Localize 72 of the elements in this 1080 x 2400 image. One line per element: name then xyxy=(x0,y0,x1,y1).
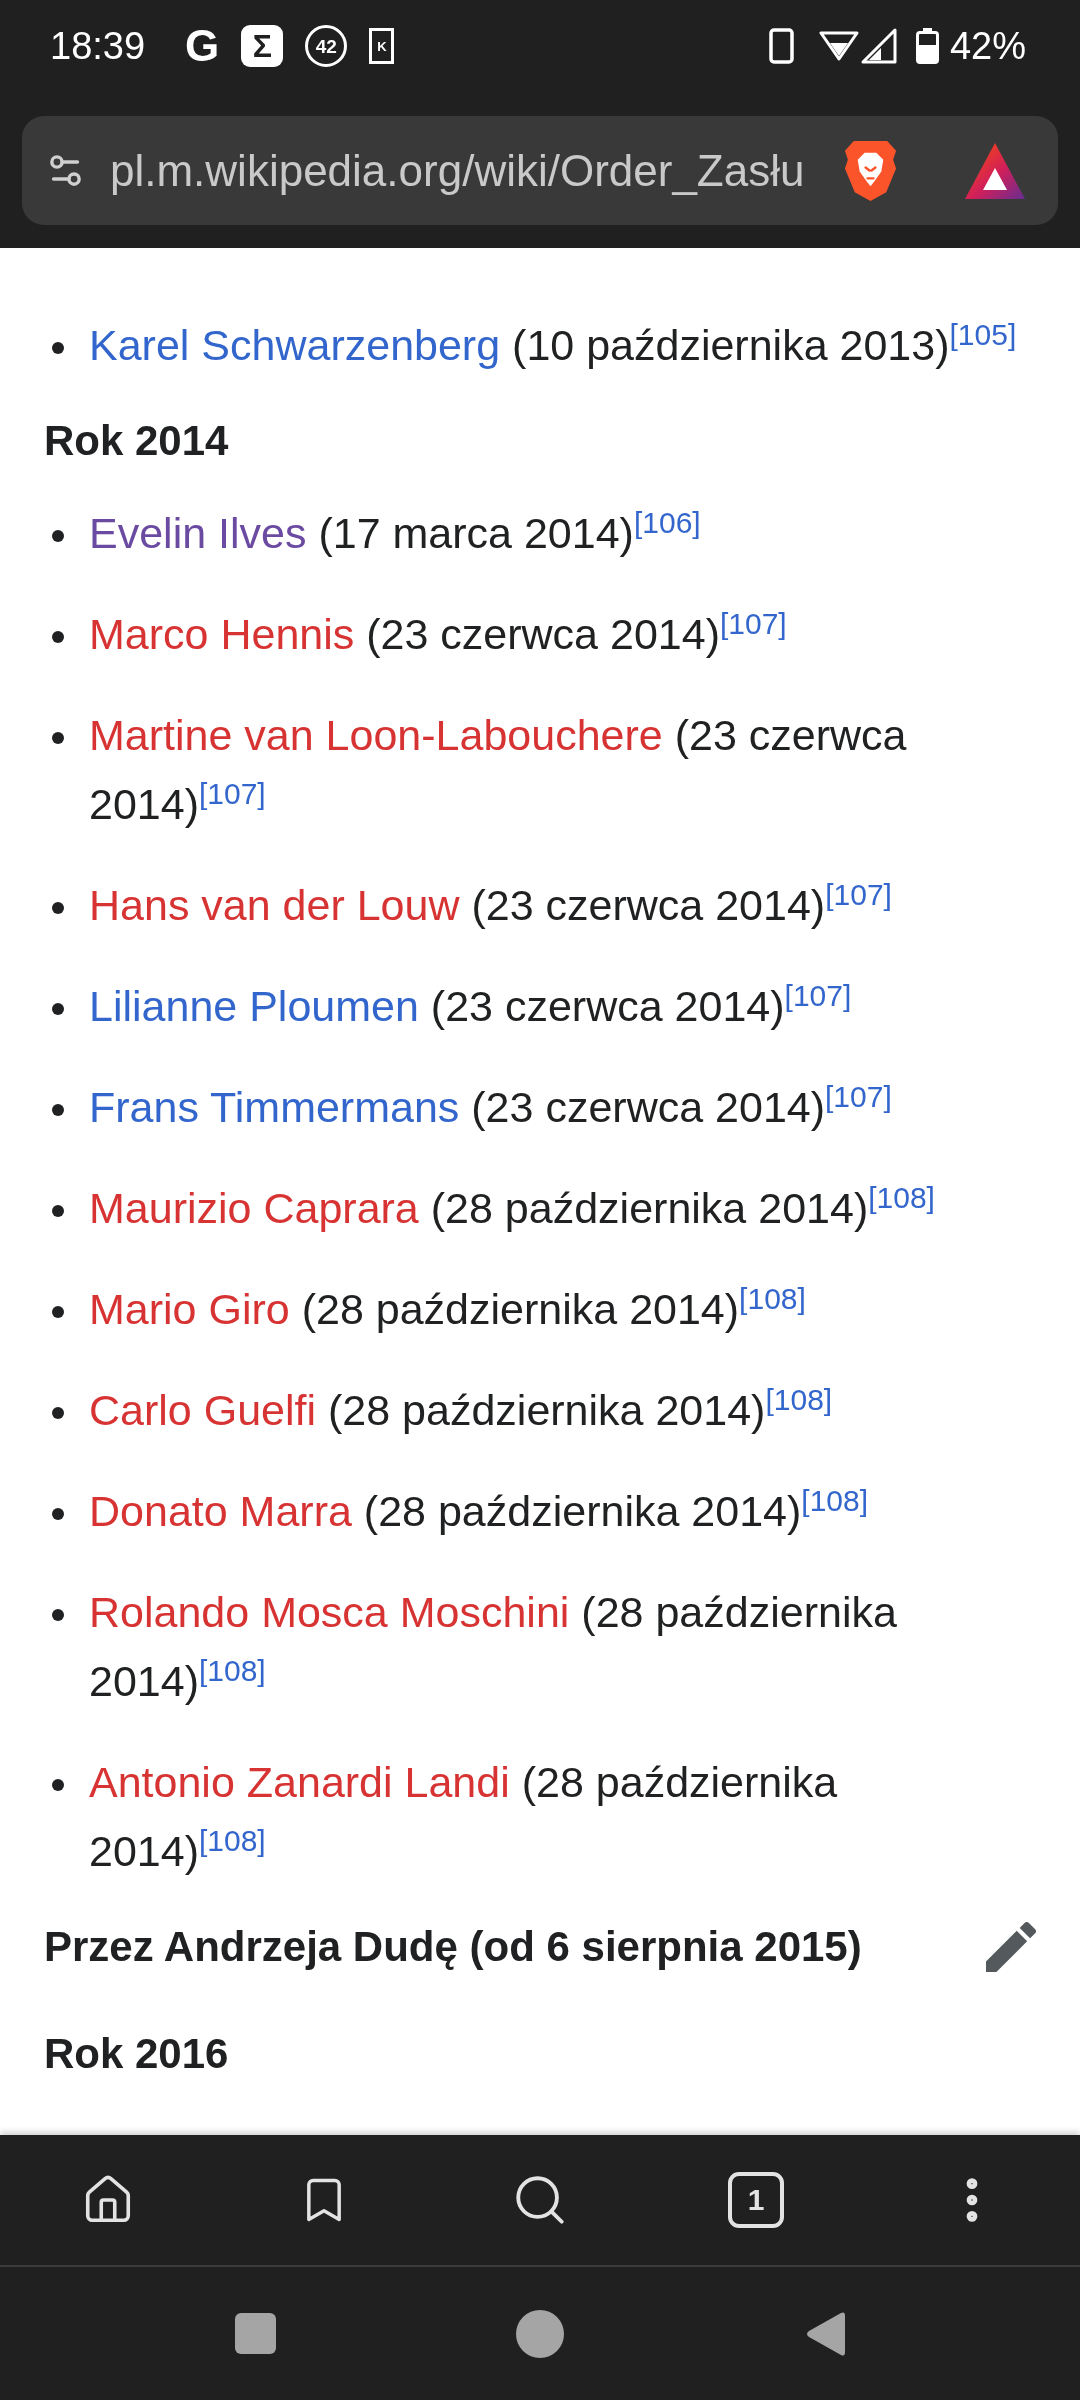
bullet-icon xyxy=(52,1778,64,1791)
wifi-icon xyxy=(818,30,859,62)
list-item-text: Martine van Loon-Labouchere (23 czerwca 2014)$^{[107]}$ xyxy=(89,710,908,830)
bullet-icon xyxy=(52,1204,64,1217)
signal-icon xyxy=(860,28,897,64)
triangle-icon[interactable] xyxy=(964,141,1026,200)
reference-link[interactable]: [108] xyxy=(199,1824,266,1857)
name-link[interactable]: Rolando Mosca Moschini xyxy=(89,1588,570,1636)
name-link[interactable]: Karel Schwarzenberg xyxy=(89,321,501,369)
list-item-text: Donato Marra (28 października 2014)$^{[108]}$ xyxy=(89,1483,870,1537)
edit-icon[interactable] xyxy=(986,1921,1036,1972)
list-item-text: Evelin Ilves (17 marca 2014)$^{[106]}$ xyxy=(89,505,702,559)
reference-link[interactable]: [107] xyxy=(825,1080,892,1113)
bullet-icon xyxy=(52,1406,64,1419)
list-item-text: Mario Giro (28 października 2014)$^{[108]}$ xyxy=(89,1281,807,1335)
reference-link[interactable]: [106] xyxy=(633,506,701,539)
list-item-text: Hans van der Louw (23 czerwca 2014)$^{[107]}$ xyxy=(89,877,893,931)
bullet-icon xyxy=(52,1608,64,1621)
reference-link[interactable]: [107] xyxy=(825,878,892,911)
bullet-icon xyxy=(52,731,64,744)
list-item-text: Carlo Guelfi (28 października 2014)$^{[108]}$ xyxy=(89,1382,834,1436)
name-link[interactable]: Antonio Zanardi Landi xyxy=(89,1758,510,1806)
tab-count-button[interactable]: 1 xyxy=(728,2172,784,2228)
bullet-icon xyxy=(52,1002,64,1015)
address-bar[interactable]: pl.m.wikipedia.org/wiki/Order_Zasłu xyxy=(22,116,1058,225)
back-icon[interactable] xyxy=(805,2309,845,2358)
reference-link[interactable]: [108] xyxy=(765,1383,833,1416)
bullet-icon xyxy=(52,901,64,914)
list-item-text: Lilianne Ploumen (23 czerwca 2014)$^{[107]}$ xyxy=(89,978,853,1032)
notification-card: K xyxy=(369,28,395,64)
reference-link[interactable]: [105] xyxy=(949,318,1017,351)
name-link[interactable]: Donato Marra xyxy=(89,1487,352,1535)
bullet-icon xyxy=(52,1103,64,1116)
list-item-text: Rolando Mosca Moschini (28 października 2014)$^{[108]}$ xyxy=(89,1587,898,1707)
bullet-icon xyxy=(52,1507,64,1520)
name-link[interactable]: Carlo Guelfi xyxy=(89,1386,317,1434)
battery-percent: 42% xyxy=(949,27,1026,65)
list-item-text: Antonio Zanardi Landi (28 października 2014)$^{[108]}$ xyxy=(89,1757,839,1877)
reference-link[interactable]: [107] xyxy=(784,979,852,1012)
name-link[interactable]: Evelin Ilves xyxy=(89,509,307,557)
list-item-text: Marco Hennis (23 czerwca 2014)$^{[107]}$ xyxy=(89,606,788,660)
phone-icon xyxy=(768,28,794,64)
name-link[interactable]: Lilianne Ploumen xyxy=(89,982,419,1030)
list-item-text: Maurizio Caprara (28 października 2014)$^{[108]}$ xyxy=(89,1180,936,1234)
name-link[interactable]: Mario Giro xyxy=(89,1285,290,1333)
reference-link[interactable]: [108] xyxy=(739,1282,806,1315)
reference-link[interactable]: [107] xyxy=(199,777,266,810)
section-subheading: Rok 2016 xyxy=(44,2029,230,2079)
reference-link[interactable]: [107] xyxy=(719,607,787,640)
clock-time: 18:39 xyxy=(50,27,146,65)
bullet-icon xyxy=(52,1305,64,1318)
section-subheading: Rok 2014 xyxy=(44,416,230,466)
battery-icon xyxy=(915,28,939,64)
section-heading: Przez Andrzeja Dudę (od 6 sierpnia 2015) xyxy=(44,1922,862,1972)
name-link[interactable]: Hans van der Louw xyxy=(89,881,460,929)
notification-ring: 42 xyxy=(305,25,348,67)
list-item-text: Karel Schwarzenberg (10 października 2013)$^{[105]}$ xyxy=(89,317,1018,371)
name-link[interactable]: Martine van Loon-Labouchere xyxy=(89,711,663,759)
notification-letter: G xyxy=(185,24,220,68)
reference-link[interactable]: [108] xyxy=(199,1654,266,1687)
reference-link[interactable]: [108] xyxy=(868,1181,935,1214)
list-item-text: Frans Timmermans (23 czerwca 2014)$^{[107]}$ xyxy=(89,1079,893,1133)
name-link[interactable]: Frans Timmermans xyxy=(89,1083,460,1131)
bullet-icon xyxy=(52,630,64,643)
notification-tile: Σ xyxy=(241,25,284,67)
square-icon[interactable] xyxy=(234,2313,276,2354)
bullet-icon xyxy=(52,529,64,542)
reference-link[interactable]: [108] xyxy=(801,1484,869,1517)
bullet-icon xyxy=(52,341,64,354)
name-link[interactable]: Maurizio Caprara xyxy=(89,1184,419,1232)
name-link[interactable]: Marco Hennis xyxy=(89,610,355,658)
url-text: pl.m.wikipedia.org/wiki/Order_Zasłu xyxy=(110,148,806,193)
